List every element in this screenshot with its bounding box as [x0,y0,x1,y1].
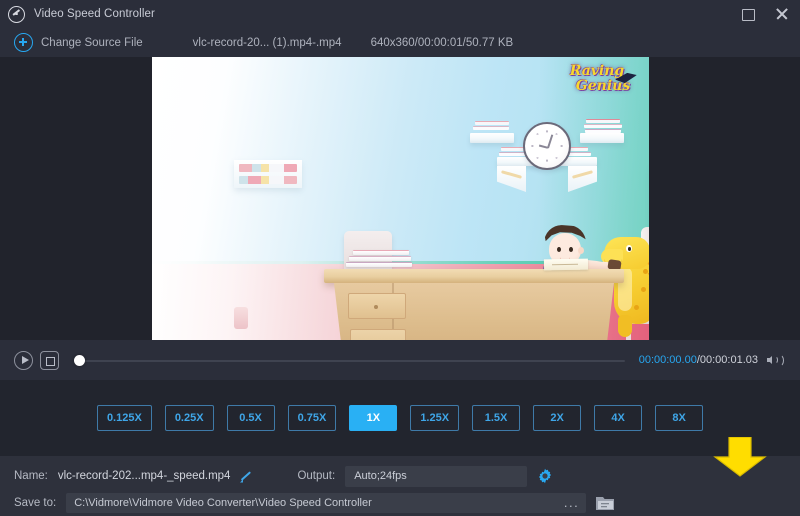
play-icon[interactable] [14,350,33,370]
speed-option-0125x[interactable]: 0.125X [96,405,152,431]
close-icon[interactable] [774,6,790,22]
speed-option-8x[interactable]: 8X [655,405,704,431]
time-display: 00:00:00.00/00:00:01.03 [639,354,758,366]
scene-boy-ear [578,247,584,254]
output-settings-panel: Name: vlc-record-202...mp4-_speed.mp4 Ou… [0,456,800,516]
window-title: Video Speed Controller [34,8,155,20]
scene-shelf-right-outer [580,133,624,143]
output-name-row: Name: vlc-record-202...mp4-_speed.mp4 Ou… [0,464,800,488]
save-to-row: Save to: C:\Vidmore\Vidmore Video Conver… [0,492,800,514]
speed-option-025x[interactable]: 0.25X [164,405,214,431]
down-arrow-icon [712,436,768,477]
scene-desk-paper [543,258,589,271]
scene-dinosaur-spot [641,287,646,292]
scene-left-shelf [234,160,302,188]
save-to-input[interactable]: C:\Vidmore\Vidmore Video Converter\Video… [66,493,587,513]
player-control-bar: 00:00:00.00/00:00:01.03 [0,340,800,380]
browse-button[interactable]: ... [564,496,579,509]
output-format-value: Auto;24fps [354,470,407,482]
scene-desk-top [324,269,624,283]
video-preview[interactable]: Raving Genius [152,57,649,340]
speed-option-125x[interactable]: 1.25X [410,405,460,431]
window-controls [740,0,790,28]
video-speed-controller-window: Video Speed Controller Change Source Fil… [0,0,800,516]
speed-option-05x[interactable]: 0.5X [226,405,275,431]
stop-icon[interactable] [40,350,59,370]
scene-watermark-logo: Raving Genius [559,64,635,100]
save-to-label: Save to: [14,497,57,509]
scene-dinosaur-spot [643,269,648,274]
scene-desk-drawer-2 [350,329,406,340]
output-label: Output: [297,470,336,482]
scene-dinosaur-eye [626,245,632,252]
scene-shelf-left-outer [470,133,514,143]
speed-options-panel: 0.125X 0.25X 0.5X 0.75X 1X 1.25X 1.5X 2X… [0,380,800,456]
source-file-meta: 640x360/00:00:01/50.77 KB [370,36,514,49]
scene-dinosaur-spot [634,305,639,310]
title-bar: Video Speed Controller [0,0,800,28]
scene-dinosaur-leg [618,315,632,337]
scene-desk-knob [374,305,378,309]
scene-wall-clock [523,122,571,170]
preview-stage: Raving Genius [0,57,800,340]
plus-circle-icon[interactable] [14,33,33,52]
speedometer-icon [8,5,25,23]
clock-face-marks [530,129,564,163]
scene-desk-books [346,250,412,270]
current-time: 00:00:00.00 [638,354,697,366]
folder-icon[interactable] [595,495,615,512]
speed-option-1x[interactable]: 1X [349,405,398,431]
source-file-name: vlc-record-20... (1).mp4-.mp4 [192,36,342,49]
gear-icon[interactable] [537,468,553,484]
total-time: /00:00:01.03 [696,354,758,366]
scene-boy-eye [569,247,573,252]
volume-icon[interactable] [766,352,786,368]
save-to-value: C:\Vidmore\Vidmore Video Converter\Video… [74,497,372,509]
name-label: Name: [14,470,48,482]
speed-option-2x[interactable]: 2X [533,405,582,431]
output-name-value: vlc-record-202...mp4-_speed.mp4 [57,470,231,482]
change-source-file-button[interactable]: Change Source File [41,37,143,49]
speed-option-075x[interactable]: 0.75X [287,405,337,431]
output-format-field[interactable]: Auto;24fps [345,465,528,487]
progress-track[interactable] [80,359,625,362]
progress-handle[interactable] [74,355,85,366]
maximize-icon[interactable] [740,6,756,22]
scene-left-object [234,307,248,329]
scene-boy-eye [557,247,561,252]
speed-option-15x[interactable]: 1.5X [472,405,521,431]
progress-slider[interactable] [71,351,639,370]
speed-option-4x[interactable]: 4X [594,405,643,431]
pencil-icon[interactable] [239,469,253,483]
source-file-row: Change Source File vlc-record-20... (1).… [0,28,800,57]
